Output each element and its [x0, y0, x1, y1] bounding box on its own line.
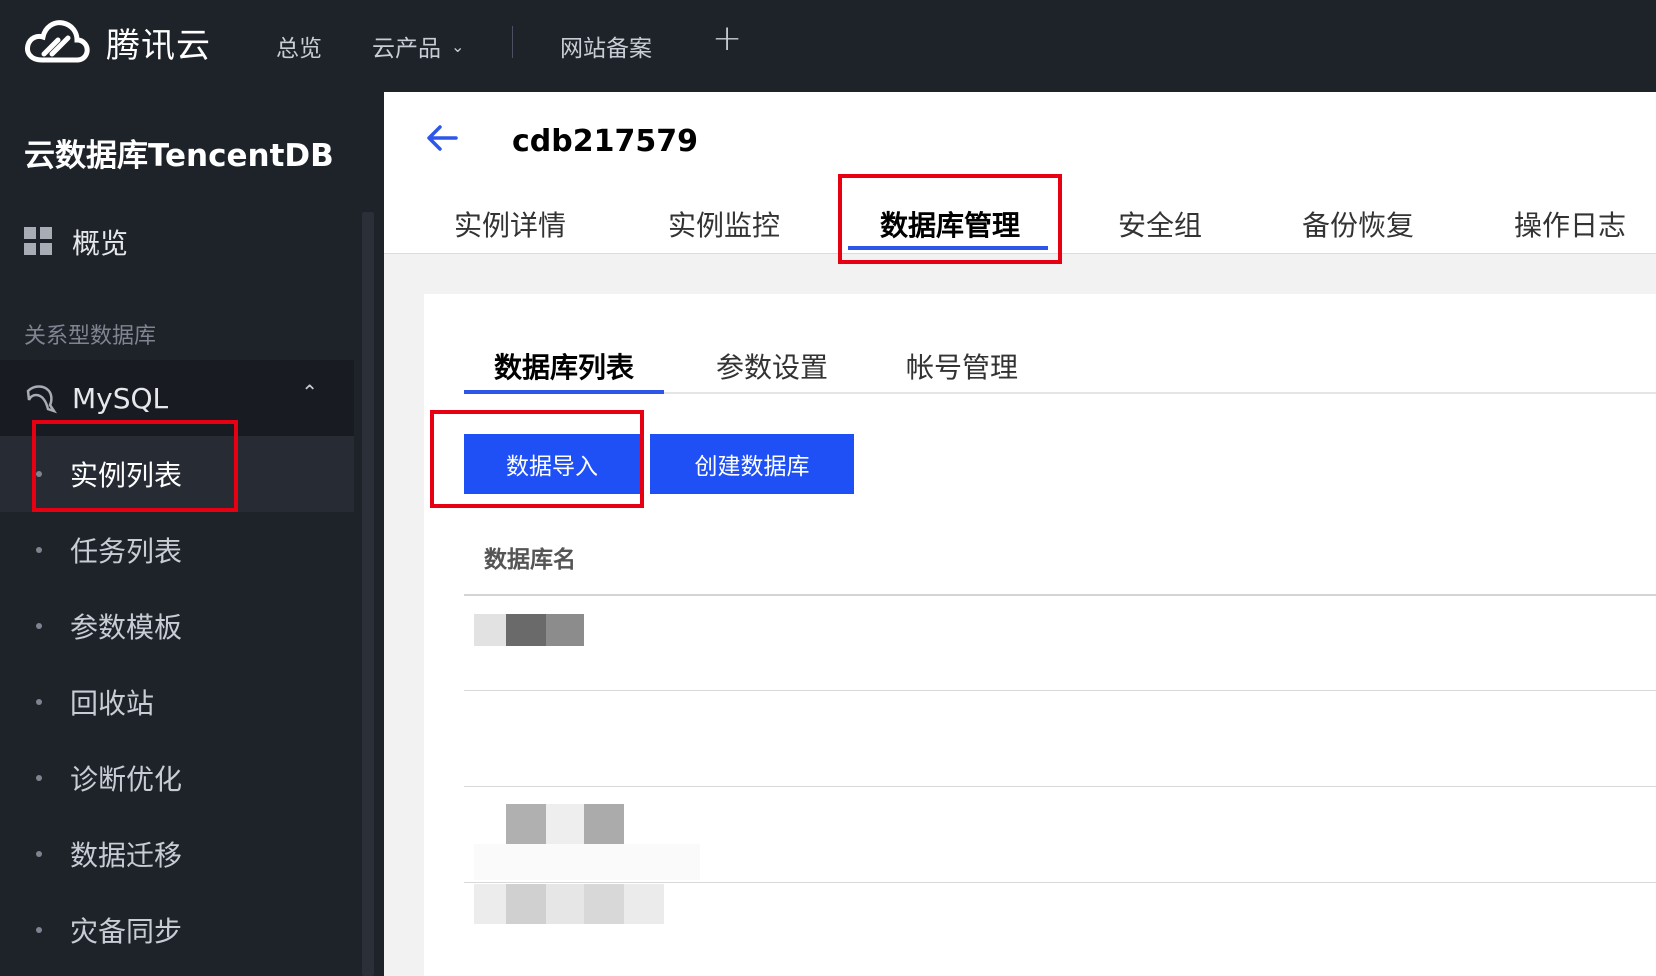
nav-icp-filing[interactable]: 网站备案	[560, 0, 652, 92]
redacted-cell	[546, 614, 584, 646]
sidebar-section-relational-db: 关系型数据库	[24, 324, 157, 349]
bullet-dot	[36, 775, 42, 781]
subtab-account-management[interactable]: 帐号管理	[906, 346, 1018, 386]
tab-instance-monitor[interactable]: 实例监控	[668, 204, 780, 244]
sidebar-item-param-templates[interactable]: 参数模板	[0, 588, 354, 664]
sidebar-item-label: 灾备同步	[70, 915, 183, 948]
top-navigation-bar: 腾讯云 总览 云产品 ⌄ 网站备案 +	[0, 0, 1656, 92]
back-arrow-icon[interactable]	[422, 118, 462, 158]
redacted-cell	[506, 884, 546, 924]
sidebar-scrollbar[interactable]	[362, 212, 374, 976]
create-database-button[interactable]: 创建数据库	[650, 434, 854, 494]
database-management-panel: 数据库列表 参数设置 帐号管理 数据导入 创建数据库 数据库名	[424, 294, 1656, 976]
sidebar-item-label: 任务列表	[70, 535, 183, 568]
nav-overview-label: 总览	[276, 36, 322, 62]
bullet-dot	[36, 927, 42, 933]
tencent-cloud-logo[interactable]: 腾讯云	[24, 16, 211, 68]
active-subtab-indicator	[464, 390, 664, 394]
nav-products[interactable]: 云产品 ⌄	[372, 0, 464, 92]
redacted-cell	[506, 614, 546, 646]
sidebar-item-label: 数据迁移	[70, 839, 183, 872]
subtab-parameter-settings[interactable]: 参数设置	[716, 346, 828, 386]
dashboard-grid-icon	[24, 227, 54, 257]
table-row-divider	[464, 786, 1656, 787]
sidebar-item-task-list[interactable]: 任务列表	[0, 512, 354, 588]
tab-instance-details[interactable]: 实例详情	[454, 204, 566, 244]
plus-icon[interactable]: +	[712, 18, 742, 59]
redacted-cell	[624, 884, 664, 924]
redacted-cell	[546, 804, 584, 844]
sidebar-group-mysql-label: MySQL	[72, 381, 169, 415]
sidebar-item-label: 回收站	[70, 687, 155, 720]
chevron-down-icon: ⌄	[451, 36, 465, 56]
sidebar-item-diagnosis[interactable]: 诊断优化	[0, 740, 354, 816]
redacted-cell	[546, 884, 584, 924]
highlight-box-instance-list	[32, 420, 238, 512]
sidebar-item-label: 参数模板	[70, 611, 183, 644]
subtab-database-list[interactable]: 数据库列表	[494, 346, 634, 386]
redacted-cell	[506, 804, 546, 844]
bullet-dot	[36, 623, 42, 629]
mysql-dolphin-icon	[26, 385, 58, 414]
highlight-box-database-management-tab	[838, 174, 1062, 264]
nav-icp-filing-label: 网站备案	[560, 36, 652, 62]
sidebar-item-overview-label: 概览	[72, 227, 129, 260]
instance-id-title: cdb217579	[512, 124, 698, 159]
nav-products-label: 云产品	[372, 36, 441, 62]
redacted-cell	[474, 614, 506, 646]
sidebar-item-label: 诊断优化	[70, 763, 183, 796]
table-row-divider	[464, 882, 1656, 883]
sidebar-item-recycle-bin[interactable]: 回收站	[0, 664, 354, 740]
table-header-database-name: 数据库名	[484, 547, 576, 573]
nav-overview[interactable]: 总览	[276, 0, 322, 92]
sidebar-item-data-migration[interactable]: 数据迁移	[0, 816, 354, 892]
redacted-cell	[584, 804, 624, 844]
chevron-up-icon[interactable]: ⌃	[301, 380, 318, 404]
table-row-divider	[464, 690, 1656, 691]
tab-security-group[interactable]: 安全组	[1118, 204, 1202, 244]
redacted-cell	[584, 884, 624, 924]
sidebar-item-overview[interactable]: 概览	[24, 222, 128, 262]
sidebar-item-dr-sync[interactable]: 灾备同步	[0, 892, 354, 968]
bullet-dot	[36, 547, 42, 553]
bullet-dot	[36, 699, 42, 705]
redacted-cell	[474, 884, 506, 924]
table-header-divider	[464, 594, 1656, 596]
nav-divider	[512, 26, 513, 58]
bullet-dot	[36, 851, 42, 857]
highlight-box-data-import	[430, 410, 644, 508]
cloud-logo-icon	[25, 20, 90, 63]
tab-operation-log[interactable]: 操作日志	[1514, 204, 1626, 244]
tab-backup-restore[interactable]: 备份恢复	[1302, 204, 1414, 244]
redacted-cell	[474, 844, 700, 880]
brand-name: 腾讯云	[106, 25, 211, 66]
sidebar: 云数据库TencentDB 概览 关系型数据库 MySQL ⌃ 实例列表 任务列…	[0, 92, 384, 976]
sidebar-title: 云数据库TencentDB	[24, 138, 334, 174]
